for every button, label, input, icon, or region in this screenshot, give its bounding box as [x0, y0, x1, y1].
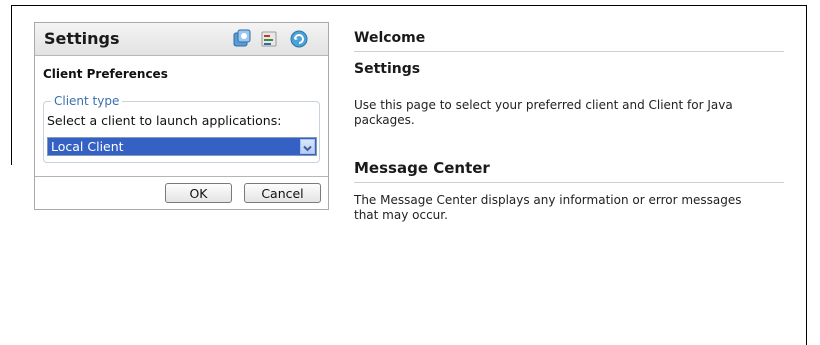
settings-panel: Settings Client Preferences Client type …	[34, 22, 329, 210]
panel-divider	[35, 176, 328, 177]
client-type-selected-value: Local Client	[51, 139, 124, 154]
client-type-legend: Client type	[51, 94, 123, 108]
welcome-heading: Welcome	[354, 30, 426, 46]
client-preferences-title: Client Preferences	[43, 67, 168, 81]
settings-heading: Settings	[354, 61, 421, 77]
cancel-button[interactable]: Cancel	[244, 183, 321, 203]
ok-button[interactable]: OK	[165, 183, 232, 203]
message-center-heading: Message Center	[354, 159, 490, 177]
preferences-icon[interactable]	[260, 29, 280, 49]
settings-panel-header: Settings	[35, 23, 328, 56]
message-center-rule	[354, 182, 784, 183]
refresh-icon[interactable]	[289, 29, 309, 49]
client-select-prompt: Select a client to launch applications:	[47, 113, 282, 128]
welcome-rule	[354, 51, 784, 52]
message-center-description: The Message Center displays any informat…	[354, 193, 742, 222]
settings-description: Use this page to select your preferred c…	[354, 98, 733, 127]
chevron-down-icon[interactable]	[300, 139, 315, 154]
applications-icon[interactable]	[232, 29, 252, 49]
settings-panel-title: Settings	[44, 29, 120, 48]
client-type-select[interactable]: Local Client	[47, 137, 317, 156]
